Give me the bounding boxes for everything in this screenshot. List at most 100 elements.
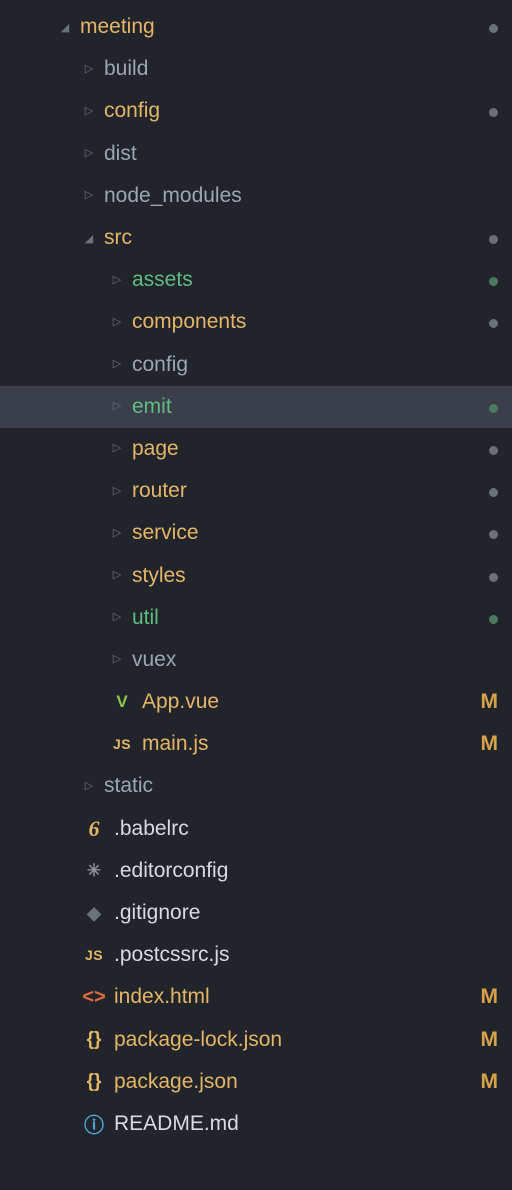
js-icon: JS: [110, 736, 134, 752]
file-package-lock[interactable]: {}package-lock.jsonM: [0, 1019, 512, 1061]
item-label: build: [104, 57, 478, 81]
folder-src[interactable]: src: [0, 217, 512, 259]
item-label: styles: [132, 564, 478, 588]
item-label: assets: [132, 268, 478, 292]
item-label: vuex: [132, 648, 478, 672]
status-dot-icon: [489, 573, 498, 582]
folder-router[interactable]: router: [0, 470, 512, 512]
file-main-js[interactable]: JS main.jsM: [0, 723, 512, 765]
folder-meeting[interactable]: meeting: [0, 6, 512, 48]
folder-config[interactable]: config: [0, 90, 512, 132]
folder-util[interactable]: util: [0, 597, 512, 639]
folder-dist[interactable]: dist: [0, 133, 512, 175]
chevron-right-icon[interactable]: [82, 190, 96, 201]
chevron-right-icon[interactable]: [110, 486, 124, 497]
folder-assets[interactable]: assets: [0, 259, 512, 301]
file-postcssrc[interactable]: JS .postcssrc.js: [0, 934, 512, 976]
folder-service[interactable]: service: [0, 512, 512, 554]
item-label: App.vue: [142, 690, 478, 714]
file-readme[interactable]: ⓘ README.md: [0, 1103, 512, 1145]
git-icon: ◆: [82, 903, 106, 924]
file-app-vue[interactable]: V App.vueM: [0, 681, 512, 723]
chevron-right-icon[interactable]: [110, 612, 124, 623]
vcs-status-letter: M: [478, 1028, 498, 1052]
vcs-status-dot: [478, 268, 498, 292]
js-icon: JS: [82, 947, 106, 963]
folder-styles[interactable]: styles: [0, 554, 512, 596]
file-index-html[interactable]: <>index.htmlM: [0, 976, 512, 1018]
gear-icon: ✳: [82, 861, 106, 881]
chevron-right-icon[interactable]: [110, 654, 124, 665]
vcs-status-dot: [478, 564, 498, 588]
folder-emit[interactable]: emit: [0, 386, 512, 428]
item-label: dist: [104, 142, 478, 166]
status-dot-icon: [489, 446, 498, 455]
vcs-status-dot: [478, 310, 498, 334]
chevron-right-icon[interactable]: [110, 317, 124, 328]
vcs-status-dot: [478, 99, 498, 123]
chevron-right-icon[interactable]: [110, 443, 124, 454]
folder-build[interactable]: build: [0, 48, 512, 90]
item-label: emit: [132, 395, 478, 419]
item-label: .babelrc: [114, 817, 478, 841]
chevron-right-icon[interactable]: [110, 401, 124, 412]
item-label: router: [132, 479, 478, 503]
item-label: node_modules: [104, 184, 478, 208]
file-babelrc[interactable]: 6 .babelrc: [0, 808, 512, 850]
vcs-status-dot: [478, 226, 498, 250]
chevron-right-icon[interactable]: [82, 148, 96, 159]
chevron-right-icon[interactable]: [110, 528, 124, 539]
file-editorconfig[interactable]: ✳ .editorconfig: [0, 850, 512, 892]
folder-node-modules[interactable]: node_modules: [0, 175, 512, 217]
vcs-status-letter: M: [478, 985, 498, 1009]
item-label: config: [132, 353, 478, 377]
file-tree: meeting build config dist node_modulessrc ass…: [0, 0, 512, 1145]
item-label: meeting: [80, 15, 478, 39]
status-dot-icon: [489, 404, 498, 413]
vcs-status-dot: [478, 395, 498, 419]
vcs-status-letter: M: [478, 690, 498, 714]
item-label: README.md: [114, 1112, 478, 1136]
item-label: service: [132, 521, 478, 545]
json-icon: {}: [82, 1071, 106, 1093]
folder-vuex[interactable]: vuex: [0, 639, 512, 681]
json-icon: {}: [82, 1029, 106, 1051]
item-label: .gitignore: [114, 901, 478, 925]
item-label: page: [132, 437, 478, 461]
chevron-right-icon[interactable]: [110, 359, 124, 370]
vcs-status-dot: [478, 606, 498, 630]
chevron-right-icon[interactable]: [82, 106, 96, 117]
status-dot-icon: [489, 277, 498, 286]
status-dot-icon: [489, 108, 498, 117]
item-label: components: [132, 310, 478, 334]
vcs-status-letter: M: [478, 1070, 498, 1094]
file-package-json[interactable]: {} package.jsonM: [0, 1061, 512, 1103]
folder-src-config[interactable]: config: [0, 344, 512, 386]
chevron-down-icon[interactable]: [82, 233, 96, 244]
status-dot-icon: [489, 319, 498, 328]
status-dot-icon: [489, 615, 498, 624]
item-label: .editorconfig: [114, 859, 478, 883]
chevron-down-icon[interactable]: [58, 22, 72, 33]
item-label: main.js: [142, 732, 478, 756]
chevron-right-icon[interactable]: [82, 781, 96, 792]
folder-static[interactable]: static: [0, 765, 512, 807]
file-gitignore[interactable]: ◆ .gitignore: [0, 892, 512, 934]
chevron-right-icon[interactable]: [110, 570, 124, 581]
status-dot-icon: [489, 488, 498, 497]
babel-icon: 6: [82, 816, 106, 842]
vcs-status-dot: [478, 15, 498, 39]
item-label: package.json: [114, 1070, 478, 1094]
item-label: src: [104, 226, 478, 250]
vcs-status-dot: [478, 521, 498, 545]
folder-components[interactable]: components: [0, 301, 512, 343]
item-label: .postcssrc.js: [114, 943, 478, 967]
info-icon: ⓘ: [82, 1109, 106, 1138]
chevron-right-icon[interactable]: [82, 64, 96, 75]
vue-icon: V: [110, 692, 134, 712]
item-label: index.html: [114, 985, 478, 1009]
vcs-status-letter: M: [478, 732, 498, 756]
item-label: util: [132, 606, 478, 630]
chevron-right-icon[interactable]: [110, 275, 124, 286]
folder-page[interactable]: page: [0, 428, 512, 470]
